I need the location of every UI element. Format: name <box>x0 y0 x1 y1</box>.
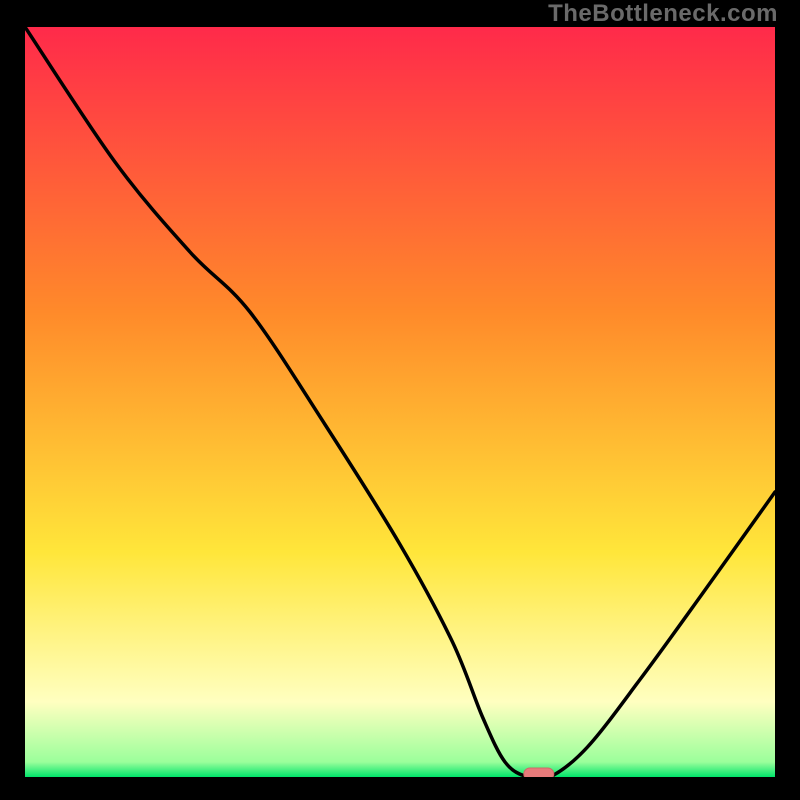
chart-svg <box>25 27 775 777</box>
watermark-text: TheBottleneck.com <box>548 0 778 28</box>
chart-frame: TheBottleneck.com <box>0 0 800 800</box>
plot-area <box>25 27 775 777</box>
gradient-background <box>25 27 775 777</box>
optimal-marker <box>524 768 554 777</box>
